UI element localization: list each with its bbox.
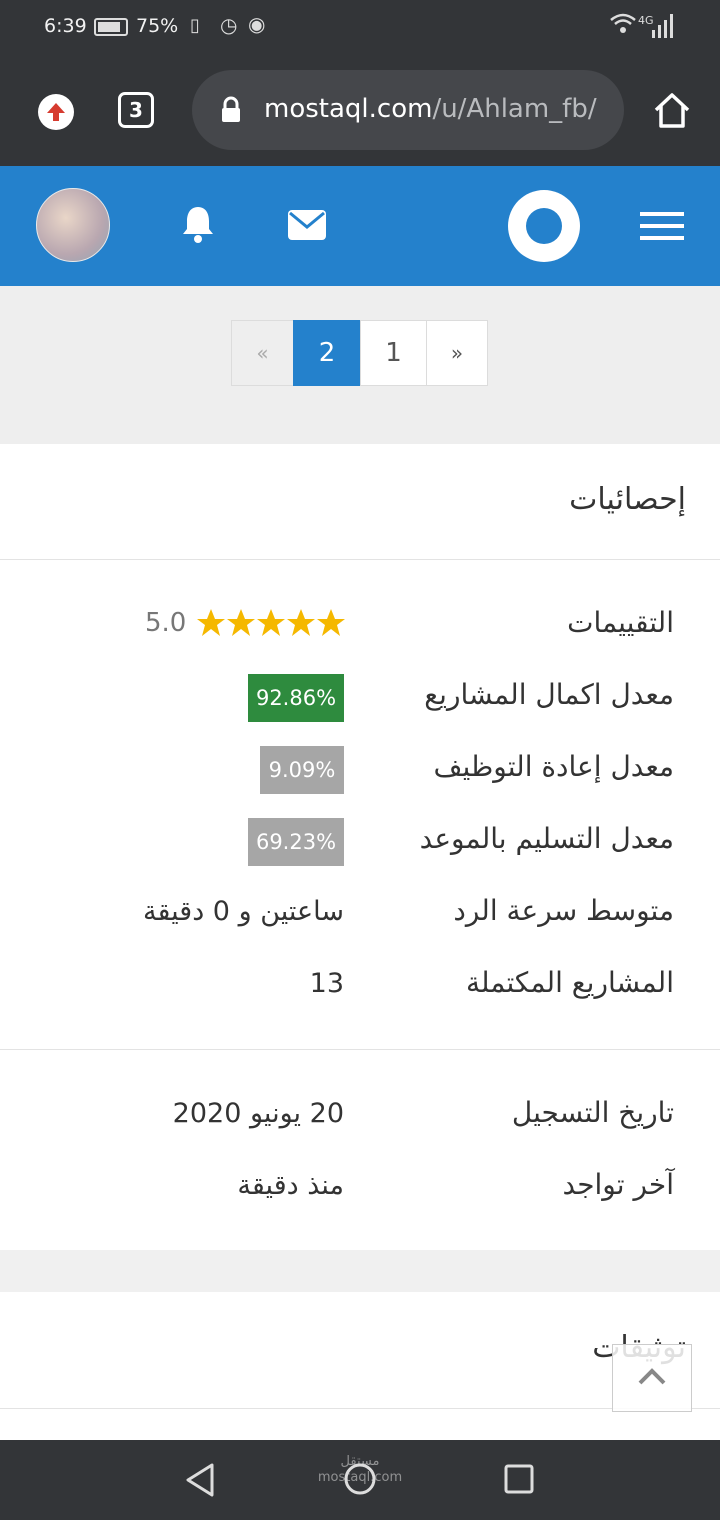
register-date-label: تاريخ التسجيل [511, 1096, 674, 1129]
signal-icon [652, 14, 674, 42]
user-avatar[interactable] [36, 188, 110, 262]
battery-icon [94, 18, 128, 36]
recents-icon[interactable] [504, 1464, 534, 1498]
update-icon[interactable] [38, 94, 74, 130]
divider [0, 1049, 720, 1050]
register-date-value: 20 يونيو 2020 [172, 1098, 344, 1129]
on-time-rate-label: معدل التسليم بالموعد [419, 822, 674, 855]
completed-projects-value: 13 [309, 968, 344, 999]
scroll-top-button[interactable] [612, 1344, 692, 1412]
stats-card: إحصائيات التقييمات 5.0 معدل اكمال المشار… [0, 444, 720, 1250]
pagination-area: « 2 1 » [0, 286, 720, 444]
completed-projects-label: المشاريع المكتملة [465, 966, 674, 999]
watermark-logo: مستقل mostaql.com [317, 1454, 403, 1485]
android-nav-bar: مستقل mostaql.com [0, 1440, 720, 1520]
pagination-page-1[interactable]: 1 [360, 320, 427, 386]
completion-rate-label: معدل اكمال المشاريع [424, 678, 674, 711]
notifications-bell-icon[interactable] [180, 204, 216, 248]
response-time-label: متوسط سرعة الرد [453, 894, 674, 927]
battery-percent: 75% [136, 15, 179, 37]
vibrate-icon: ▯ [190, 15, 200, 36]
site-logo[interactable] [508, 190, 580, 262]
stats-title: إحصائيات [569, 482, 686, 517]
divider [0, 559, 720, 560]
lock-icon [220, 96, 242, 128]
rehire-rate-label: معدل إعادة التوظيف [433, 750, 674, 783]
last-seen-value: منذ دقيقة [237, 1170, 344, 1201]
completion-rate-badge: 92.86% [248, 674, 344, 722]
url-domain: mostaql.com [264, 94, 433, 124]
tab-count: 3 [129, 98, 143, 122]
browser-toolbar: 3 mostaql.com/u/Ahlam_fb/ [0, 56, 720, 166]
messages-envelope-icon[interactable] [288, 210, 326, 244]
wifi-icon [610, 12, 636, 40]
response-time-value: ساعتين و 0 دقيقة [143, 896, 344, 927]
url-text: mostaql.com/u/Ahlam_fb/ [264, 94, 614, 124]
site-header [0, 166, 720, 286]
alarm-icon: ◷ [220, 13, 238, 37]
on-time-rate-badge: 69.23% [248, 818, 344, 866]
url-path: /u/Ahlam_fb/ [432, 94, 597, 124]
home-icon[interactable] [652, 90, 692, 134]
ratings-label: التقييمات [567, 606, 674, 639]
rating-value: 5.0 [145, 608, 187, 638]
pagination-next[interactable]: » [426, 320, 488, 386]
back-icon[interactable] [184, 1462, 216, 1502]
last-seen-label: آخر تواجد [562, 1168, 674, 1201]
hamburger-menu-icon[interactable] [640, 210, 684, 246]
tab-switcher-button[interactable]: 3 [118, 92, 154, 128]
chevron-up-icon [637, 1366, 667, 1390]
rating-stars [196, 608, 346, 642]
status-bar: 6:39 75% ▯ ◷ ◉ 4G [0, 0, 720, 56]
rehire-rate-badge: 9.09% [260, 746, 344, 794]
eye-icon: ◉ [248, 12, 266, 36]
address-bar[interactable]: mostaql.com/u/Ahlam_fb/ [192, 70, 624, 150]
status-time: 6:39 [44, 15, 87, 37]
pagination-page-2[interactable]: 2 [293, 320, 361, 386]
pagination-prev[interactable]: « [231, 320, 294, 386]
